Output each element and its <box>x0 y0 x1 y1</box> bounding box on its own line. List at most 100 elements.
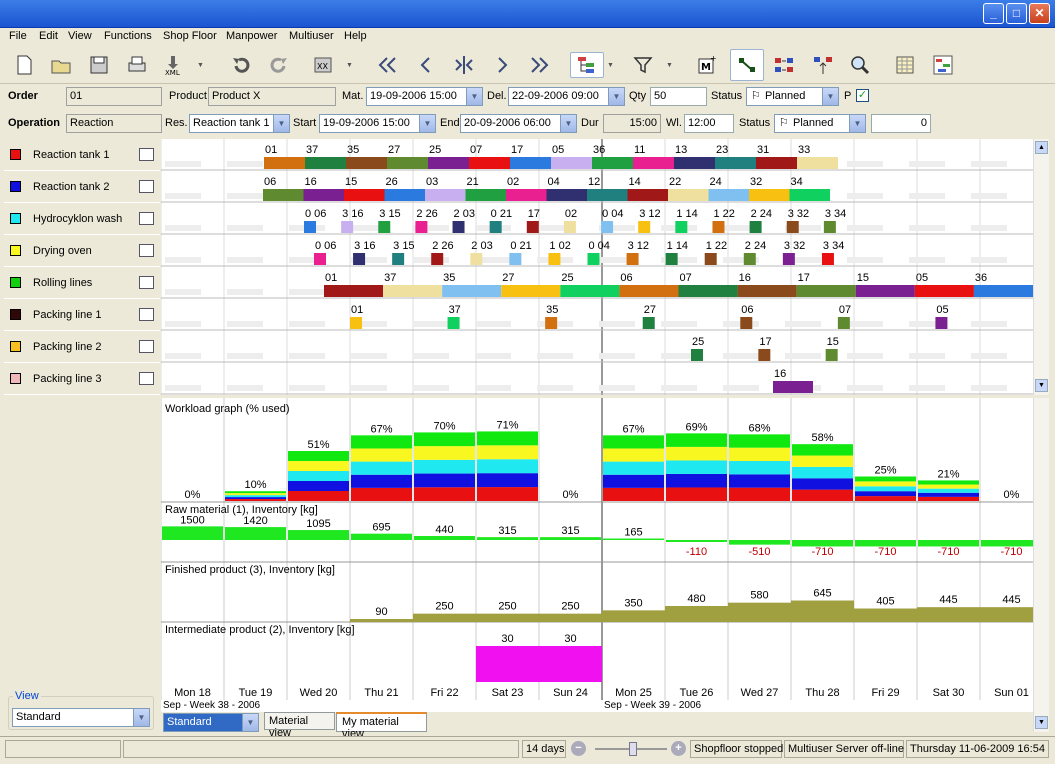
scroll-up-icon[interactable]: ▲ <box>1035 141 1048 154</box>
duration-field[interactable]: 15:00 <box>603 114 661 133</box>
p-label: P <box>844 90 852 102</box>
graphs-scrollbar[interactable]: ▼ <box>1033 398 1049 732</box>
resource-row[interactable]: Reaction tank 1 <box>4 139 160 171</box>
menu-help[interactable]: Help <box>344 30 367 42</box>
tab-material-view[interactable]: Material view <box>264 712 335 739</box>
day-label: Tue 19 <box>239 687 273 699</box>
chevron-down-icon[interactable]: ▼ <box>273 115 289 132</box>
scroll-down-icon[interactable]: ▼ <box>1035 379 1048 392</box>
resource-select[interactable]: Reaction tank 1 ▼ <box>189 114 290 133</box>
del-date-picker[interactable]: 22-09-2006 09:00 ▼ <box>508 87 625 106</box>
chevron-down-icon[interactable]: ▼ <box>419 115 435 132</box>
zoom-in-icon[interactable]: + <box>671 741 686 756</box>
forward-icon[interactable] <box>489 52 515 78</box>
tab-my-material-view[interactable]: My material view <box>336 712 427 740</box>
chevron-down-icon[interactable]: ▼ <box>560 115 576 132</box>
resource-row[interactable]: Packing line 1 <box>4 299 160 331</box>
qty-field[interactable]: 50 <box>650 87 707 106</box>
chevron-down-icon[interactable]: ▼ <box>242 714 258 731</box>
zoom-out-icon[interactable]: − <box>571 741 586 756</box>
table-icon[interactable] <box>892 52 918 78</box>
fast-back-icon[interactable] <box>374 52 400 78</box>
gantt-scrollbar[interactable]: ▲ ▼ <box>1033 139 1049 395</box>
menu-functions[interactable]: Functions <box>104 30 152 42</box>
search-icon[interactable] <box>847 52 873 78</box>
start-date-picker[interactable]: 19-09-2006 15:00 ▼ <box>319 114 436 133</box>
calendar-icon[interactable] <box>139 180 154 193</box>
calendar-icon[interactable] <box>139 276 154 289</box>
chevron-down-icon[interactable]: ▼ <box>822 88 838 105</box>
menu-multiuser[interactable]: Multiuser <box>289 30 334 42</box>
hierarchy-dropdown-icon[interactable]: ▼ <box>607 62 614 69</box>
operation-field[interactable]: Reaction <box>66 114 162 133</box>
scroll-down-icon[interactable]: ▼ <box>1035 716 1048 729</box>
filter-icon[interactable] <box>630 52 656 78</box>
calendar-icon[interactable] <box>139 244 154 257</box>
grid-toggle-icon[interactable]: XX <box>310 52 336 78</box>
resource-row[interactable]: Packing line 3 <box>4 363 160 395</box>
close-button[interactable]: ✕ <box>1029 3 1050 24</box>
settings-grid-icon[interactable] <box>930 52 956 78</box>
menu-manpower[interactable]: Manpower <box>226 30 277 42</box>
undo-icon[interactable] <box>228 52 254 78</box>
tab-view-select[interactable]: Standard ▼ <box>163 713 259 732</box>
chevron-down-icon[interactable]: ▼ <box>466 88 482 105</box>
menu-view[interactable]: View <box>68 30 92 42</box>
finished-bar <box>791 600 854 622</box>
fast-forward-icon[interactable] <box>527 52 553 78</box>
offtime-shade <box>971 321 1007 327</box>
resource-row[interactable]: Hydrocyklon wash <box>4 203 160 235</box>
menu-edit[interactable]: Edit <box>39 30 58 42</box>
calendar-icon[interactable] <box>139 372 154 385</box>
grid-dropdown-icon[interactable]: ▼ <box>346 62 353 69</box>
back-icon[interactable] <box>413 52 439 78</box>
save-icon[interactable] <box>86 52 112 78</box>
resource-row[interactable]: Drying oven <box>4 235 160 267</box>
center-icon[interactable] <box>451 52 477 78</box>
mat-date-picker[interactable]: 19-09-2006 15:00 ▼ <box>366 87 483 106</box>
offtime-shade <box>165 321 201 327</box>
resource-row[interactable]: Packing line 2 <box>4 331 160 363</box>
chevron-down-icon[interactable]: ▼ <box>849 115 865 132</box>
calendar-icon[interactable] <box>139 340 154 353</box>
chevron-down-icon[interactable]: ▼ <box>608 88 624 105</box>
calendar-icon[interactable] <box>139 148 154 161</box>
product-field[interactable]: Product X <box>208 87 336 106</box>
operation-bar <box>773 381 813 393</box>
operation-bar <box>823 221 836 233</box>
add-milestone-icon[interactable]: M + <box>694 52 720 78</box>
link-tool-icon[interactable] <box>730 49 764 81</box>
view-select[interactable]: Standard ▼ <box>12 708 150 727</box>
maximize-button[interactable]: □ <box>1006 3 1027 24</box>
gantt-chart[interactable]: 01 37 35 27 25 07 17 05 36 11 13 23 31 33 06 16 15 26 03 21… <box>161 139 1033 395</box>
mat-label: Mat. <box>342 90 364 102</box>
redo-icon[interactable] <box>266 52 292 78</box>
order-status-select[interactable]: ⚐ Planned ▼ <box>746 87 839 106</box>
open-folder-icon[interactable] <box>48 52 74 78</box>
resource-row[interactable]: Rolling lines <box>4 267 160 299</box>
calendar-icon[interactable] <box>139 212 154 225</box>
menu-file[interactable]: File <box>9 30 27 42</box>
filter-dropdown-icon[interactable]: ▼ <box>666 62 673 69</box>
hierarchy-view-icon[interactable] <box>570 52 604 78</box>
order-field[interactable]: 01 <box>66 87 162 106</box>
menu-shop-floor[interactable]: Shop Floor <box>163 30 217 42</box>
print-icon[interactable] <box>124 52 150 78</box>
operation-extra-field[interactable]: 0 <box>871 114 931 133</box>
p-checkbox[interactable]: ✓ <box>856 89 869 102</box>
zoom-slider-thumb[interactable] <box>629 742 637 756</box>
minimize-button[interactable]: _ <box>983 3 1004 24</box>
end-date-picker[interactable]: 20-09-2006 06:00 ▼ <box>460 114 577 133</box>
workload-field[interactable]: 12:00 <box>684 114 734 133</box>
calendar-icon[interactable] <box>139 308 154 321</box>
export-dropdown-icon[interactable]: ▼ <box>197 62 204 69</box>
swap-icon[interactable] <box>771 52 797 78</box>
export-xml-icon[interactable]: XML <box>160 52 186 78</box>
new-file-icon[interactable] <box>11 52 37 78</box>
workload-bar-segment <box>918 488 979 493</box>
operation-status-select[interactable]: ⚐ Planned ▼ <box>774 114 866 133</box>
resource-row[interactable]: Reaction tank 2 <box>4 171 160 203</box>
workload-bar-segment <box>855 496 916 501</box>
chevron-down-icon[interactable]: ▼ <box>133 709 149 726</box>
move-up-icon[interactable] <box>810 52 836 78</box>
